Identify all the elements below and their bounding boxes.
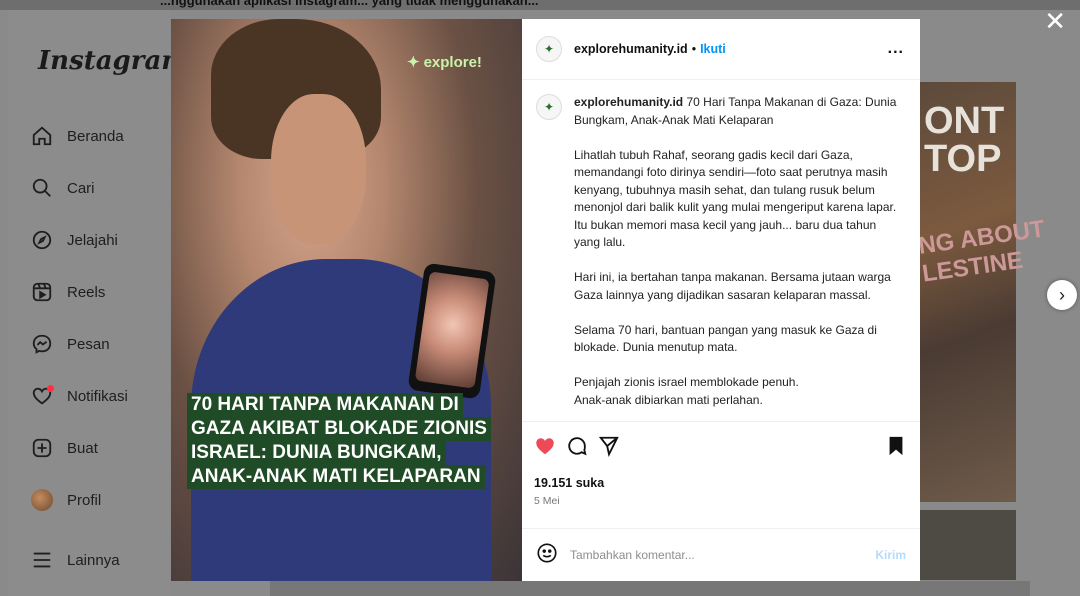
- sidebar-item-lainnya[interactable]: Lainnya: [30, 542, 170, 578]
- chevron-right-icon: ›: [1059, 284, 1065, 305]
- reels-icon: [30, 280, 54, 304]
- background-post-text: NG ABOUT LESTINE: [916, 215, 1047, 288]
- headline-line: ISRAEL: DUNIA BUNGKAM,: [187, 441, 446, 465]
- headline-line: ANAK-ANAK MATI KELAPARAN: [187, 465, 485, 489]
- explore-logo-icon: ✦: [543, 42, 555, 56]
- sidebar-item-notifikasi[interactable]: Notifikasi: [30, 378, 170, 414]
- caption-paragraph: Penjajah zionis israel memblokade penuh.…: [574, 375, 799, 407]
- image-headline: 70 HARI TANPA MAKANAN DI GAZA AKIBAT BLO…: [187, 393, 507, 489]
- background-post-strip: [270, 581, 1030, 596]
- caption-author-avatar[interactable]: ✦: [536, 94, 562, 120]
- next-post-button[interactable]: ›: [1047, 280, 1077, 310]
- profile-avatar: [30, 488, 54, 512]
- comment-icon[interactable]: [566, 435, 588, 462]
- post-image[interactable]: ✦ explore! 70 HARI TANPA MAKANAN DI GAZA…: [171, 19, 522, 581]
- sidebar-item-buat[interactable]: Buat: [30, 430, 170, 466]
- author-username[interactable]: explorehumanity.id: [574, 42, 688, 56]
- like-heart-icon[interactable]: [534, 435, 556, 462]
- home-icon: [30, 124, 54, 148]
- top-strip: ...nggunakan aplikasi Instagram... yang …: [0, 0, 1080, 10]
- messenger-icon: [30, 332, 54, 356]
- sidebar-item-label: Reels: [67, 283, 106, 301]
- sidebar-item-label: Jelajahi: [67, 231, 118, 249]
- notification-dot: [47, 385, 54, 392]
- post-comment-button[interactable]: Kirim: [875, 548, 906, 562]
- emoji-icon[interactable]: [536, 542, 558, 569]
- heart-icon: [30, 384, 54, 408]
- comment-input[interactable]: Tambahkan komentar...: [570, 548, 875, 562]
- menu-icon: [30, 548, 54, 572]
- share-icon[interactable]: [598, 435, 620, 462]
- explore-logo-icon: ✦: [407, 54, 420, 71]
- caption-text: explorehumanity.id 70 Hari Tanpa Makanan…: [574, 94, 904, 419]
- plus-square-icon: [30, 436, 54, 460]
- image-phone-screen: [414, 271, 490, 389]
- sidebar-item-label: Beranda: [67, 127, 124, 145]
- caption-paragraph: Lihatlah tubuh Rahaf, seorang gadis keci…: [574, 147, 897, 250]
- separator-dot: •: [691, 42, 697, 56]
- headline-line: 70 HARI TANPA MAKANAN DI: [187, 393, 463, 417]
- sidebar-item-jelajahi[interactable]: Jelajahi: [30, 222, 170, 258]
- background-post-thumbnail[interactable]: ONT TOP NG ABOUT LESTINE: [917, 82, 1046, 502]
- sidebar-item-label: Buat: [67, 439, 98, 457]
- background-post-text: ONT TOP: [924, 100, 1005, 180]
- background-post-thumbnail[interactable]: [920, 510, 1016, 580]
- compass-icon: [30, 228, 54, 252]
- more-options-button[interactable]: ...: [888, 40, 904, 58]
- headline-line: GAZA AKIBAT BLOKADE ZIONIS: [187, 417, 491, 441]
- bookmark-icon[interactable]: [886, 435, 906, 462]
- sidebar-item-profil[interactable]: Profil: [30, 482, 170, 518]
- post-panel: ✦ explorehumanity.id • Ikuti ... ✦ explo…: [522, 19, 920, 581]
- caption-paragraph: Selama 70 hari, bantuan pangan yang masu…: [574, 322, 877, 355]
- post-date: 5 Mei: [534, 495, 560, 507]
- image-subject-face: [271, 94, 366, 244]
- close-button[interactable]: ✕: [1044, 8, 1066, 34]
- sidebar-item-beranda[interactable]: Beranda: [30, 118, 170, 154]
- instagram-logo[interactable]: Instagram: [38, 46, 189, 76]
- action-row: [534, 436, 906, 460]
- sidebar-item-label: Notifikasi: [67, 387, 128, 405]
- caption-area: ✦ explorehumanity.id 70 Hari Tanpa Makan…: [536, 94, 906, 419]
- sidebar-item-label: Profil: [67, 491, 102, 509]
- post-header: ✦ explorehumanity.id • Ikuti ...: [522, 19, 920, 80]
- explore-brand-mark: ✦ explore!: [407, 53, 482, 72]
- explore-logo-icon: ✦: [543, 100, 555, 114]
- sidebar-item-label: Cari: [67, 179, 95, 197]
- sidebar-item-cari[interactable]: Cari: [30, 170, 170, 206]
- sidebar-item-reels[interactable]: Reels: [30, 274, 170, 310]
- caption-username[interactable]: explorehumanity.id: [574, 95, 683, 109]
- search-icon: [30, 176, 54, 200]
- sidebar-item-label: Lainnya: [67, 551, 120, 569]
- like-count[interactable]: 19.151 suka: [534, 476, 906, 490]
- sidebar-item-label: Pesan: [67, 335, 110, 353]
- comment-bar: Tambahkan komentar... Kirim: [522, 528, 920, 581]
- follow-button[interactable]: Ikuti: [700, 42, 726, 56]
- post-actions: 19.151 suka 5 Mei: [522, 421, 920, 507]
- sidebar: Instagram Beranda Cari Jelajahi Reels Pe…: [8, 10, 189, 596]
- author-avatar[interactable]: ✦: [536, 36, 562, 62]
- author-line: explorehumanity.id • Ikuti: [574, 42, 726, 56]
- caption-paragraph: Hari ini, ia bertahan tanpa makanan. Ber…: [574, 270, 891, 302]
- sidebar-item-pesan[interactable]: Pesan: [30, 326, 170, 362]
